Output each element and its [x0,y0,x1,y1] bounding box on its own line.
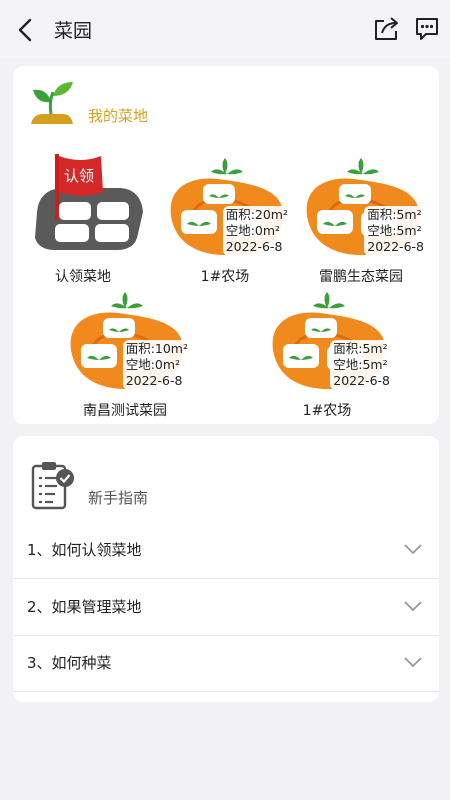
farm-info: 面积:10m² 空地:0m² 2022-6-8 [122,340,191,390]
flag-text: 认领 [64,168,94,185]
flag-icon: 认领 [35,154,143,250]
farm-empty-area: 空地:5m² [367,223,422,238]
my-plots-card: 我的菜地 认领 认领菜地 面积:20m² 空地:0m² 2022-6-8 1#农… [13,66,439,424]
my-plots-title: 我的菜地 [88,107,149,125]
faq-label: 3、如何种菜 [27,654,112,672]
faq-item[interactable]: 3、如何种菜 [13,635,439,692]
guide-title: 新手指南 [88,489,149,507]
top-bar: 菜园 [0,0,450,58]
chevron-down-icon [404,657,422,668]
farm-area: 面积:20m² [225,207,288,222]
chevron-down-icon [404,544,422,555]
claim-plot-image: 认领 [21,154,145,262]
farm-empty-area: 空地:0m² [125,357,181,372]
faq-item[interactable]: 2、如果管理菜地 [13,579,439,636]
chat-icon[interactable] [414,16,440,42]
farm-name: 南昌测试菜园 [83,403,167,419]
faq-label: 2、如果管理菜地 [27,598,142,616]
farm-name: 1#农场 [302,403,352,419]
farm-empty-area: 空地:0m² [225,223,281,238]
faq-label: 1、如何认领菜地 [27,541,142,559]
claim-plot-label: 认领菜地 [55,269,111,285]
farm-area: 面积:10m² [125,341,188,356]
sprout-icon [31,82,73,124]
clipboard-icon [31,462,74,510]
farm-tile[interactable]: 面积:10m² 空地:0m² 2022-6-8 南昌测试菜园 [55,288,195,420]
share-icon[interactable] [372,16,400,42]
farm-date: 2022-6-8 [125,373,183,388]
page-title: 菜园 [54,20,93,42]
farm-date: 2022-6-8 [333,373,390,388]
farm-empty-area: 空地:5m² [333,357,388,372]
farm-tile[interactable]: 面积:20m² 空地:0m² 2022-6-8 1#农场 [155,154,295,286]
farm-info: 面积:5m² 空地:5m² 2022-6-8 [330,340,393,390]
back-icon[interactable] [12,14,40,46]
chevron-down-icon [404,601,422,612]
farm-area: 面积:5m² [333,341,388,356]
claim-plot-tile[interactable]: 认领 认领菜地 [13,154,153,286]
farm-date: 2022-6-8 [225,239,283,254]
farm-name: 1#农场 [200,269,250,285]
guide-card: 新手指南 1、如何认领菜地 2、如果管理菜地 3、如何种菜 [13,436,439,702]
farm-info: 面积:5m² 空地:5m² 2022-6-8 [364,206,427,256]
faq-item[interactable]: 1、如何认领菜地 [13,522,439,579]
farm-area: 面积:5m² [367,207,422,222]
farm-date: 2022-6-8 [367,239,424,254]
farm-info: 面积:20m² 空地:0m² 2022-6-8 [222,206,291,256]
farm-tile[interactable]: 面积:5m² 空地:5m² 2022-6-8 1#农场 [257,288,397,420]
farm-tile[interactable]: 面积:5m² 空地:5m² 2022-6-8 雷鹏生态菜园 [291,154,431,286]
farm-name: 雷鹏生态菜园 [319,269,403,285]
